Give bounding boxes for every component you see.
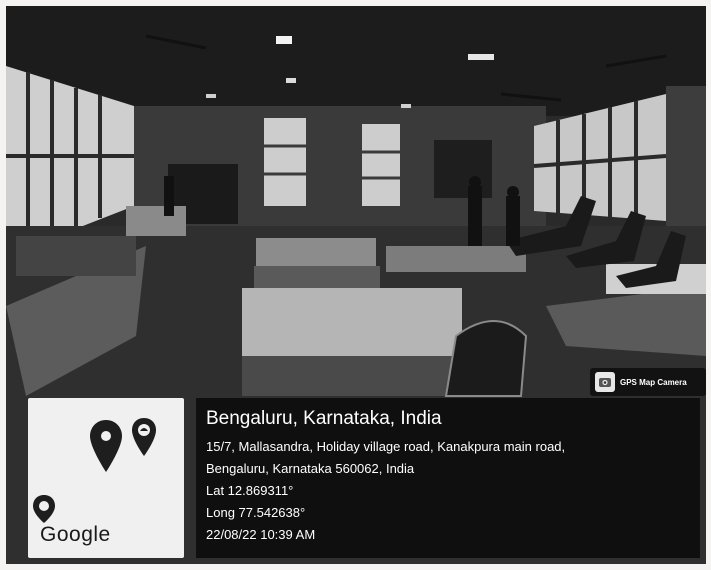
map-pin-alt-icon <box>130 416 158 463</box>
google-logo: Google <box>40 523 111 546</box>
badge-label: GPS Map Camera <box>620 377 687 387</box>
camera-icon <box>595 372 615 392</box>
datetime-text: 22/08/22 10:39 AM <box>206 527 316 542</box>
location-info-panel: Bengaluru, Karnataka, India 15/7, Mallas… <box>196 398 700 558</box>
map-thumbnail: Google <box>28 398 184 558</box>
map-pin-icon <box>88 418 124 479</box>
longitude-text: Long 77.542638° <box>206 505 306 520</box>
address-line-1: 15/7, Mallasandra, Holiday village road,… <box>206 439 566 454</box>
gps-map-camera-badge: GPS Map Camera <box>590 368 706 396</box>
latitude-text: Lat 12.869311° <box>206 483 294 498</box>
address-line-2: Bengaluru, Karnataka 560062, India <box>206 461 415 476</box>
location-city: Bengaluru, Karnataka, India <box>206 408 442 429</box>
